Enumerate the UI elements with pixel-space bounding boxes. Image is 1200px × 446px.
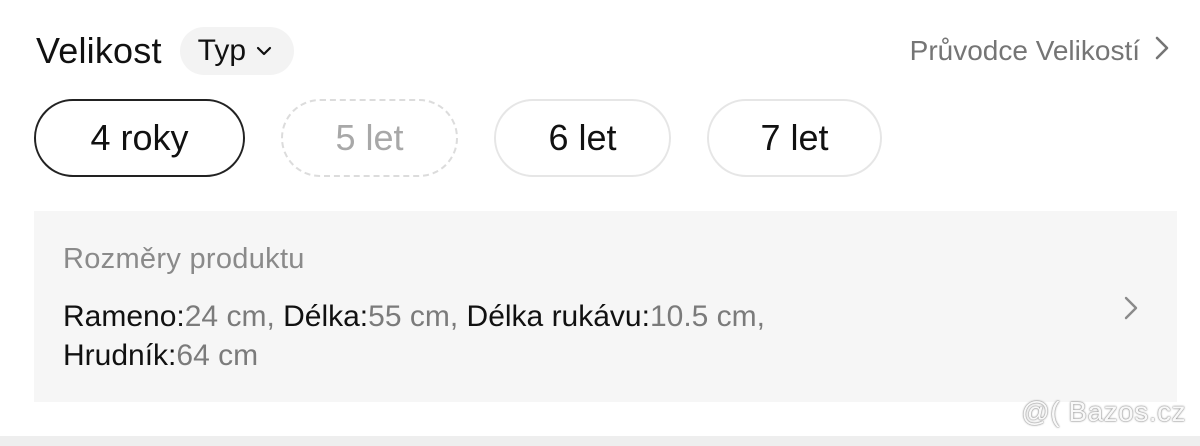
size-options: 4 roky 5 let 6 let 7 let	[34, 99, 882, 177]
size-header-left: Velikost Typ	[36, 27, 295, 75]
dimension-label-shoulder: Rameno:	[63, 300, 185, 333]
chevron-right-icon	[1123, 295, 1139, 326]
dimension-label-length: Délka:	[283, 300, 369, 333]
size-guide-label: Průvodce Velikostí	[909, 35, 1140, 66]
dimensions-title: Rozměry produktu	[63, 243, 305, 275]
size-chip-5-let[interactable]: 5 let	[281, 99, 458, 177]
size-chip-label: 7 let	[760, 117, 829, 158]
size-chip-label: 6 let	[548, 117, 617, 158]
type-dropdown-button[interactable]: Typ	[179, 27, 295, 75]
dimension-value-chest: 64 cm	[176, 339, 259, 372]
bottom-divider	[0, 436, 1200, 446]
size-guide-link[interactable]: Průvodce Velikostí	[910, 35, 1170, 68]
dimension-value-sleeve: 10.5 cm	[649, 300, 757, 333]
size-header: Velikost Typ Průvodce Velikostí	[36, 26, 1170, 76]
chevron-down-icon	[254, 41, 274, 61]
product-dimensions-card[interactable]: Rozměry produktu Rameno:24 cm, Délka:55 …	[34, 211, 1177, 402]
type-dropdown-label: Typ	[197, 34, 247, 67]
size-chip-7-let[interactable]: 7 let	[707, 99, 882, 177]
size-chip-4-roky[interactable]: 4 roky	[34, 99, 245, 177]
chevron-right-icon	[1154, 35, 1170, 68]
bazos-watermark: @( Bazos.cz	[1021, 396, 1186, 427]
dimensions-text: Rameno:24 cm, Délka:55 cm, Délka rukávu:…	[63, 297, 963, 375]
dimension-separator: ,	[266, 300, 284, 333]
size-chip-label: 5 let	[335, 117, 404, 158]
size-chip-label: 4 roky	[90, 117, 189, 158]
size-selector-screen: Velikost Typ Průvodce Velikostí 4 roky 5…	[0, 0, 1200, 446]
dimension-separator: ,	[449, 300, 467, 333]
dimension-separator: ,	[756, 300, 766, 333]
dimension-value-shoulder: 24 cm	[184, 300, 267, 333]
dimension-label-chest: Hrudník:	[63, 339, 177, 372]
size-title: Velikost	[36, 30, 162, 71]
dimension-label-sleeve: Délka rukávu:	[466, 300, 650, 333]
size-chip-6-let[interactable]: 6 let	[494, 99, 671, 177]
dimension-value-length: 55 cm	[368, 300, 450, 333]
